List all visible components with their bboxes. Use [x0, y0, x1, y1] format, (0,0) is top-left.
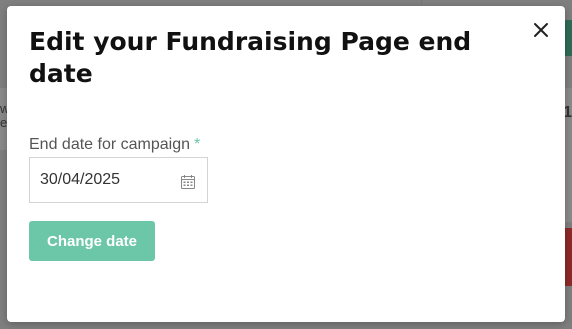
required-mark: *	[194, 136, 201, 153]
end-date-label: End date for campaign *	[29, 136, 200, 154]
edit-end-date-modal: Edit your Fundraising Page end date End …	[7, 6, 565, 322]
background-right-mid-panel	[564, 150, 572, 222]
background-right-red-block	[564, 228, 572, 286]
change-date-button[interactable]: Change date	[29, 221, 155, 261]
calendar-icon[interactable]	[180, 174, 196, 190]
close-button[interactable]	[529, 18, 553, 42]
end-date-field[interactable]	[29, 157, 208, 203]
close-icon	[534, 23, 548, 37]
background-right-green-block	[564, 20, 572, 56]
end-date-input[interactable]	[30, 158, 180, 202]
modal-title: Edit your Fundraising Page end date	[29, 27, 472, 88]
end-date-label-text: End date for campaign	[29, 136, 190, 153]
